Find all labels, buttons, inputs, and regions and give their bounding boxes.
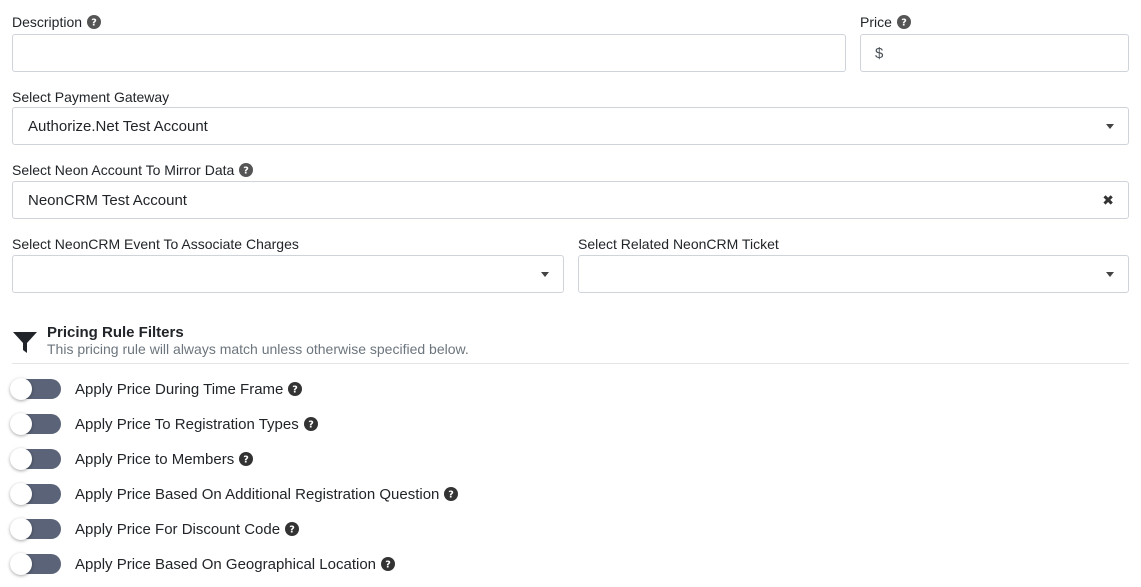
funnel-icon bbox=[13, 332, 37, 353]
help-icon[interactable]: ? bbox=[381, 557, 396, 571]
filter-time-frame: Apply Price During Time Frame ? bbox=[10, 378, 303, 400]
toggle-knob bbox=[10, 378, 32, 400]
payment-gateway-select[interactable]: Authorize.Net Test Account bbox=[12, 107, 1129, 145]
help-icon[interactable]: ? bbox=[303, 417, 318, 431]
payment-gateway-value: Authorize.Net Test Account bbox=[28, 117, 208, 135]
neon-ticket-select[interactable] bbox=[578, 255, 1129, 293]
price-input[interactable] bbox=[883, 35, 1128, 71]
svg-text:?: ? bbox=[308, 420, 314, 431]
toggle-knob bbox=[10, 518, 32, 540]
help-icon[interactable]: ? bbox=[444, 487, 459, 501]
help-icon[interactable]: ? bbox=[288, 382, 303, 396]
help-icon[interactable]: ? bbox=[285, 522, 300, 536]
toggle-switch[interactable] bbox=[10, 448, 61, 470]
toggle-switch[interactable] bbox=[10, 483, 61, 505]
payment-gateway-label: Select Payment Gateway bbox=[12, 89, 170, 105]
toggle-switch[interactable] bbox=[10, 553, 61, 575]
toggle-knob bbox=[10, 553, 32, 575]
caret-down-icon[interactable] bbox=[541, 272, 549, 277]
neon-account-value: NeonCRM Test Account bbox=[28, 191, 187, 209]
svg-text:?: ? bbox=[243, 455, 249, 466]
price-field[interactable]: $ bbox=[860, 34, 1129, 72]
neon-ticket-label: Select Related NeonCRM Ticket bbox=[578, 236, 779, 252]
help-icon[interactable]: ? bbox=[87, 15, 102, 29]
pricing-rule-filters-header: Pricing Rule Filters This pricing rule w… bbox=[12, 324, 1129, 364]
toggle-switch[interactable] bbox=[10, 413, 61, 435]
filter-registration-types: Apply Price To Registration Types ? bbox=[10, 413, 318, 435]
price-label: Price ? bbox=[860, 14, 911, 30]
toggle-switch[interactable] bbox=[10, 378, 61, 400]
description-field[interactable] bbox=[12, 34, 846, 72]
section-title: Pricing Rule Filters bbox=[47, 324, 184, 341]
currency-prefix: $ bbox=[875, 44, 884, 62]
neon-event-label: Select NeonCRM Event To Associate Charge… bbox=[12, 236, 299, 252]
svg-text:?: ? bbox=[901, 18, 907, 29]
close-icon[interactable]: ✖ bbox=[1102, 193, 1114, 207]
neon-account-select[interactable]: NeonCRM Test Account ✖ bbox=[12, 181, 1129, 219]
help-icon[interactable]: ? bbox=[239, 163, 254, 177]
toggle-switch[interactable] bbox=[10, 518, 61, 540]
neon-account-label: Select Neon Account To Mirror Data ? bbox=[12, 162, 254, 178]
filter-registration-question: Apply Price Based On Additional Registra… bbox=[10, 483, 459, 505]
description-label: Description ? bbox=[12, 14, 102, 30]
filter-discount-code: Apply Price For Discount Code ? bbox=[10, 518, 300, 540]
filter-members: Apply Price to Members ? bbox=[10, 448, 254, 470]
svg-text:?: ? bbox=[244, 166, 250, 177]
neon-event-select[interactable] bbox=[12, 255, 564, 293]
help-icon[interactable]: ? bbox=[239, 452, 254, 466]
caret-down-icon[interactable] bbox=[1106, 272, 1114, 277]
svg-text:?: ? bbox=[293, 385, 299, 396]
toggle-knob bbox=[10, 483, 32, 505]
caret-down-icon[interactable] bbox=[1106, 124, 1114, 129]
toggle-knob bbox=[10, 448, 32, 470]
svg-text:?: ? bbox=[449, 490, 455, 501]
toggle-knob bbox=[10, 413, 32, 435]
filter-geographical-location: Apply Price Based On Geographical Locati… bbox=[10, 553, 396, 575]
svg-text:?: ? bbox=[91, 18, 97, 29]
svg-text:?: ? bbox=[385, 560, 391, 571]
description-input[interactable] bbox=[13, 35, 845, 71]
help-icon[interactable]: ? bbox=[896, 15, 911, 29]
svg-text:?: ? bbox=[289, 525, 295, 536]
section-subtitle: This pricing rule will always match unle… bbox=[47, 341, 469, 357]
